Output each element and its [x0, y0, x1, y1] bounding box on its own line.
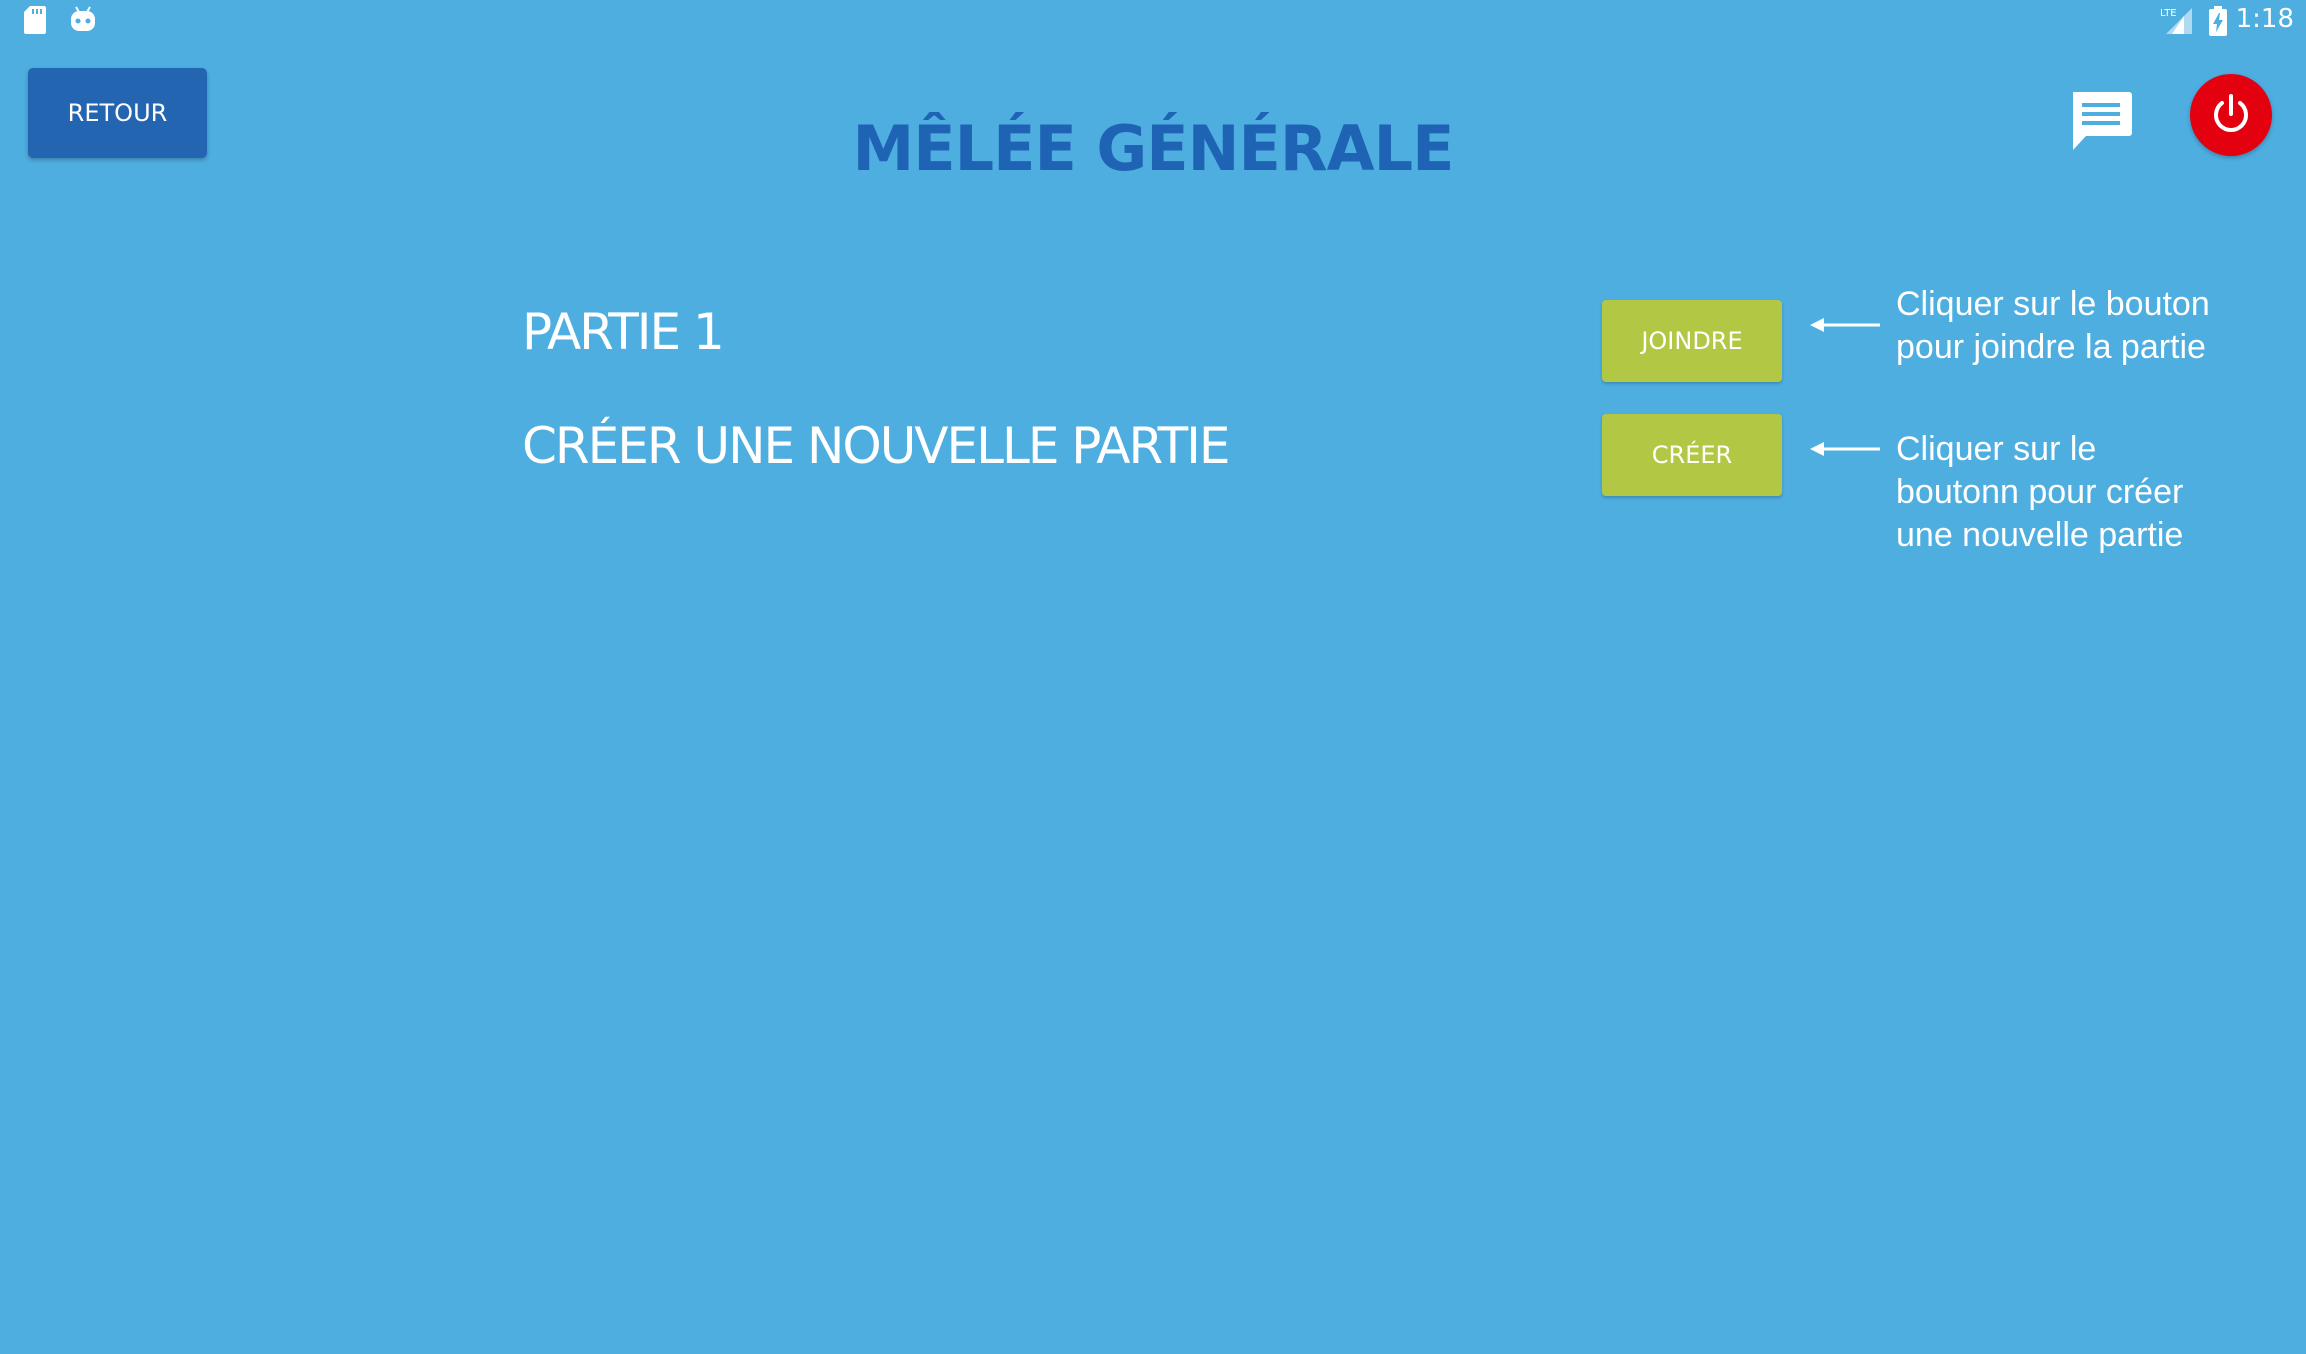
arrow-left-icon [1810, 442, 1880, 456]
join-hint-line: Cliquer sur le bouton [1896, 285, 2210, 323]
join-hint: Cliquer sur le bouton pour joindre la pa… [1896, 283, 2296, 369]
power-button[interactable] [2190, 74, 2272, 156]
create-game-label: CRÉER UNE NOUVELLE PARTIE [522, 417, 1230, 475]
sd-card-icon [24, 6, 46, 34]
create-hint-line: une nouvelle partie [1896, 516, 2184, 554]
android-icon [71, 6, 95, 31]
power-icon [2214, 94, 2248, 132]
page-title: MÊLÉE GÉNÉRALE [852, 112, 1455, 185]
create-hint: Cliquer sur le boutonn pour créer une no… [1896, 428, 2296, 557]
game-label-partie-1: PARTIE 1 [522, 303, 725, 361]
chat-icon[interactable] [2068, 88, 2134, 154]
join-button[interactable]: JOINDRE [1602, 300, 1782, 382]
create-hint-line: boutonn pour créer [1896, 473, 2184, 511]
lte-label: LTE [2160, 8, 2177, 19]
status-clock: 1:18 [2235, 4, 2294, 34]
battery-charging-icon [2209, 6, 2227, 36]
create-hint-line: Cliquer sur le [1896, 430, 2097, 468]
status-bar: LTE 1:18 [0, 0, 2306, 40]
join-hint-line: pour joindre la partie [1896, 328, 2206, 366]
create-button[interactable]: CRÉER [1602, 414, 1782, 496]
lte-signal-icon: LTE [2160, 8, 2192, 34]
arrow-left-icon [1810, 318, 1880, 332]
